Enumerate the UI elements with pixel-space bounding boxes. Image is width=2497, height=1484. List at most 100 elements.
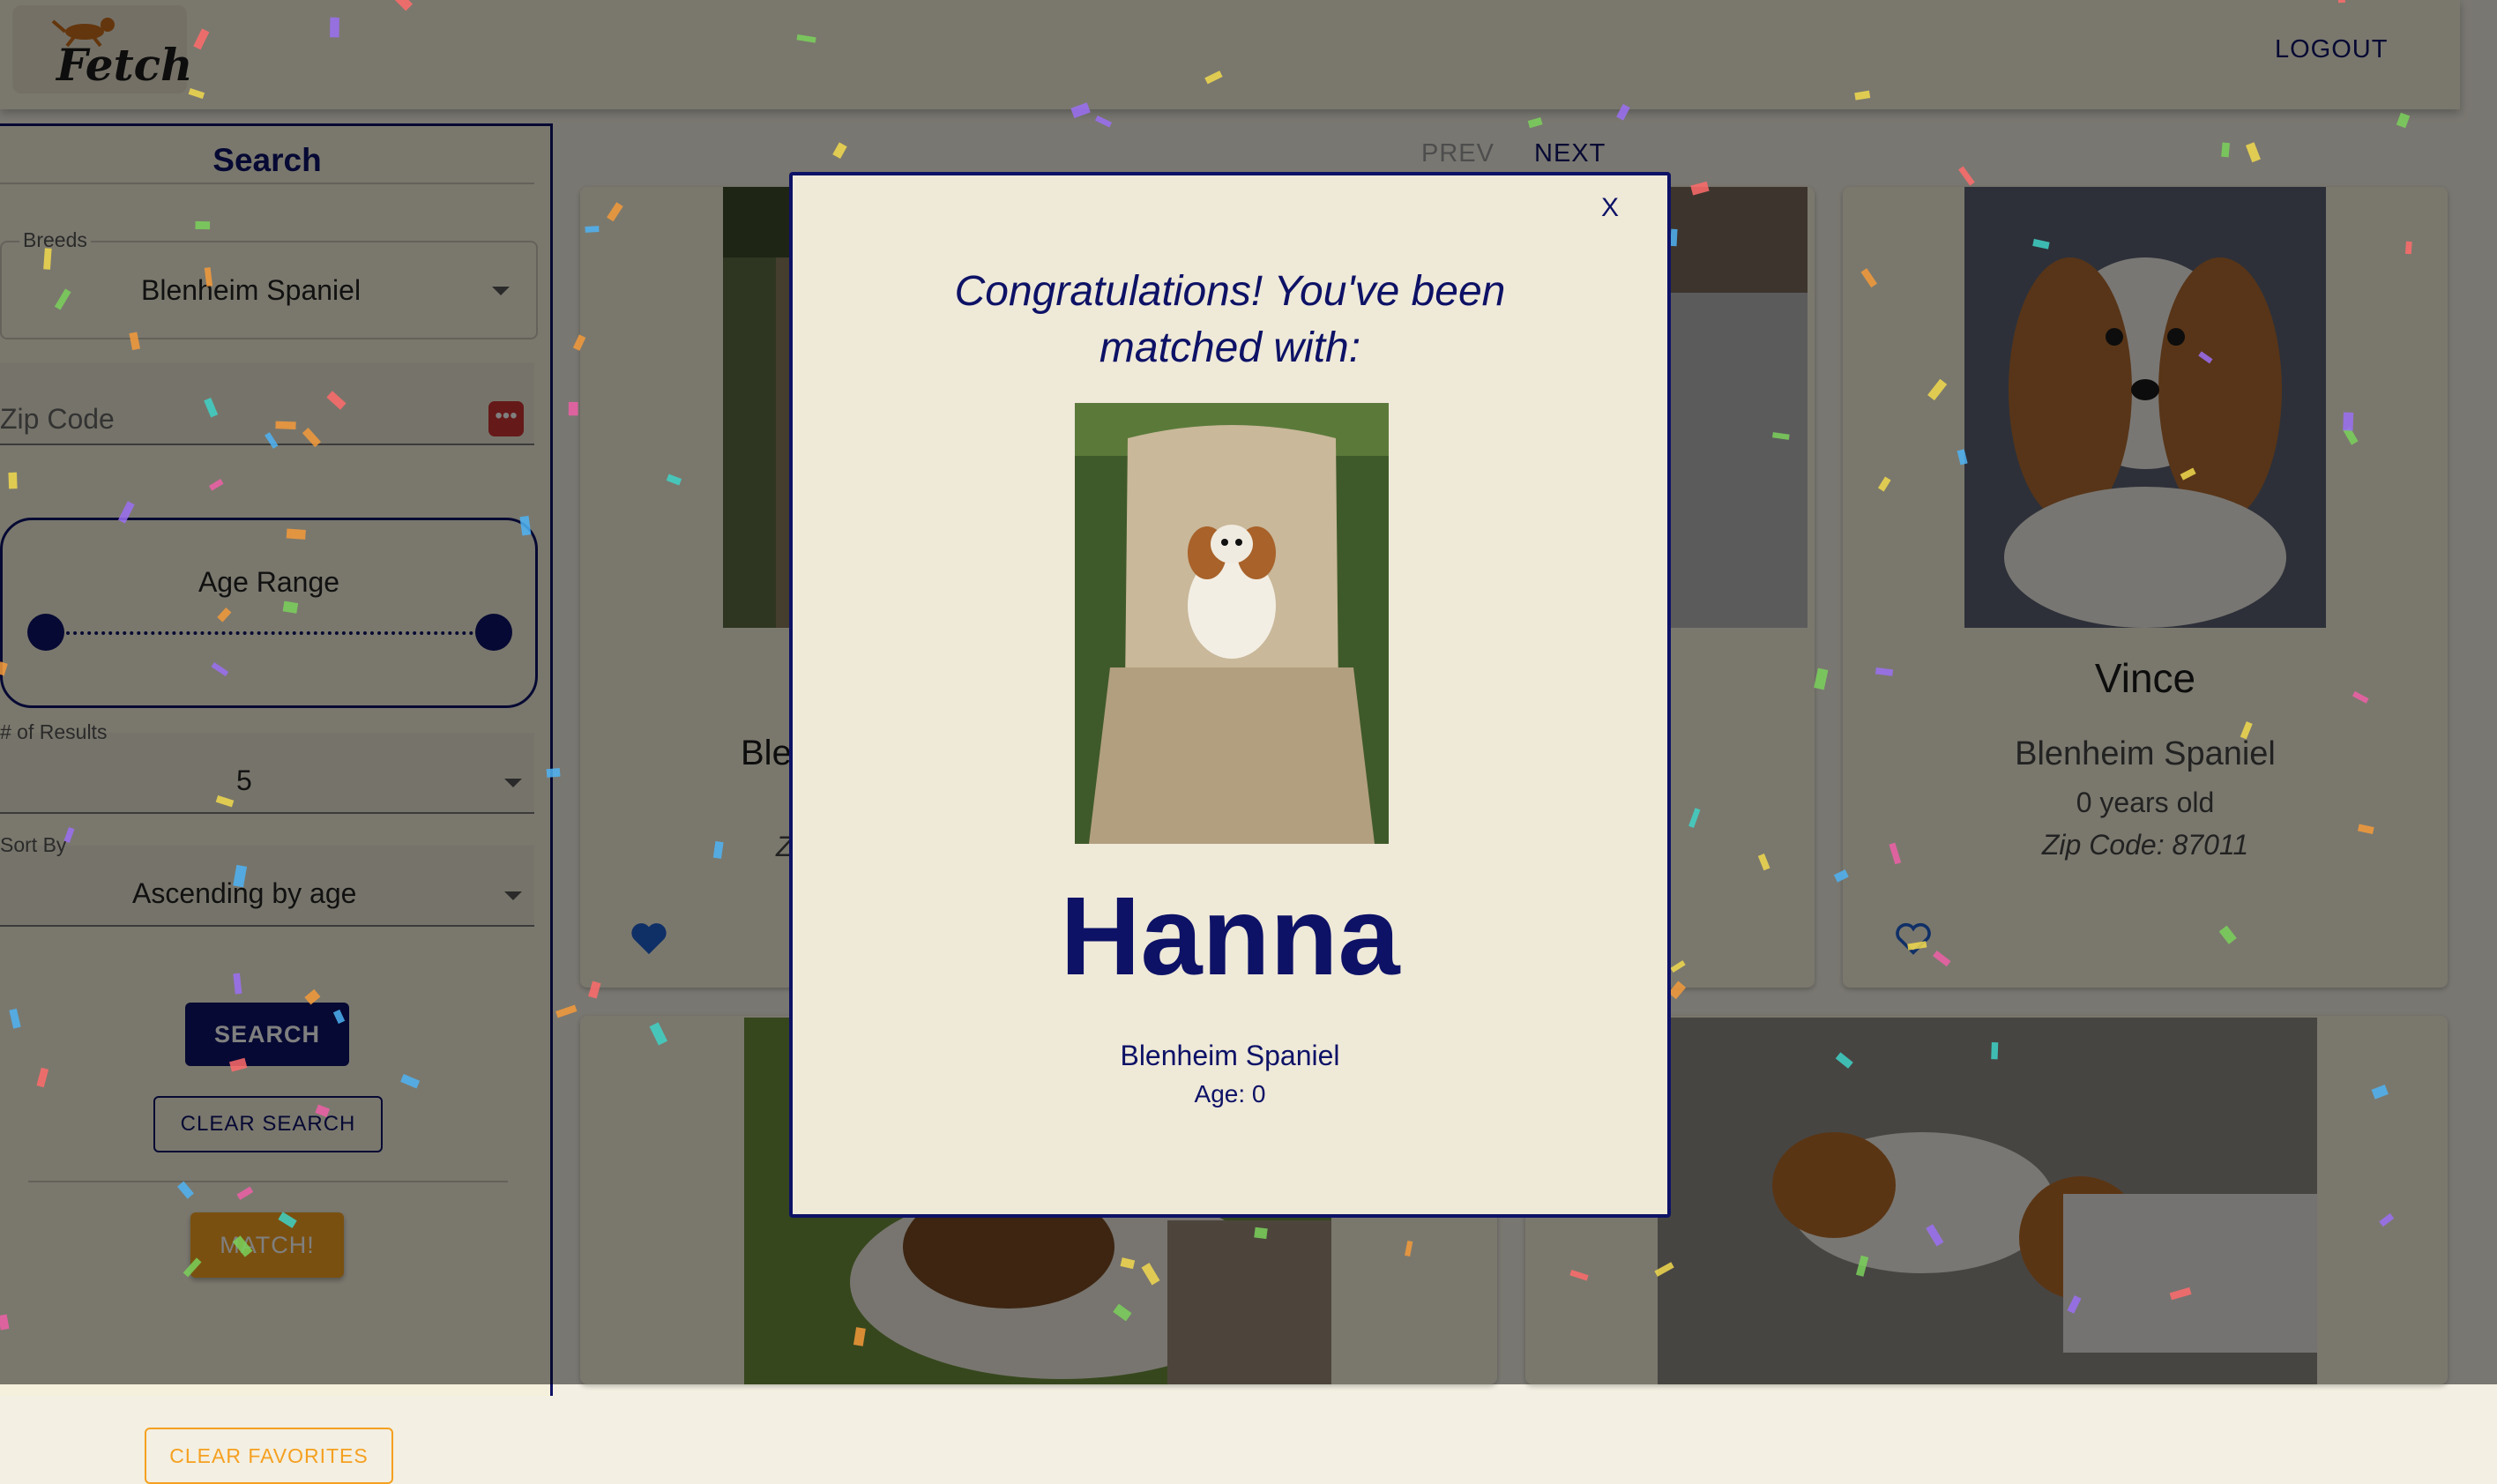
confetti-piece (208, 479, 224, 491)
confetti-piece (233, 864, 248, 888)
confetti-piece (1094, 115, 1113, 128)
confetti-piece (63, 826, 75, 843)
matched-dog-breed: Blenheim Spaniel (1120, 1040, 1340, 1071)
confetti-piece (853, 1327, 866, 1346)
confetti-piece (796, 34, 816, 43)
confetti-piece (233, 973, 242, 995)
confetti-piece (217, 607, 232, 623)
modal-title: Congratulations! You've been matched wit… (954, 268, 1506, 371)
confetti-piece (1926, 1224, 1944, 1247)
confetti-piece (1527, 116, 1543, 129)
confetti-piece (2379, 1212, 2395, 1227)
confetti-piece (1833, 869, 1849, 883)
confetti-piece (265, 432, 279, 449)
confetti-piece (2067, 1295, 2082, 1314)
confetti-piece (330, 17, 339, 38)
confetti-piece (1688, 808, 1701, 828)
confetti-piece (304, 988, 321, 1005)
confetti-piece (1616, 103, 1630, 121)
clear-favorites-button[interactable]: CLEAR FAVORITES (145, 1428, 393, 1484)
confetti-piece (236, 1186, 254, 1200)
matched-dog-photo (1075, 403, 1389, 844)
confetti-piece (666, 474, 682, 486)
confetti-piece (1927, 378, 1948, 401)
confetti-piece (2180, 467, 2196, 481)
confetti-piece (1757, 854, 1770, 871)
confetti-piece (1204, 71, 1223, 85)
close-modal-button[interactable]: X (1601, 193, 1619, 223)
confetti-piece (1668, 981, 1687, 1000)
confetti-piece (568, 401, 578, 416)
confetti-piece (232, 1235, 253, 1257)
confetti-piece (2396, 112, 2411, 129)
confetti-piece (546, 767, 561, 778)
confetti-piece (1991, 1042, 1999, 1060)
confetti-piece (183, 1257, 202, 1278)
confetti-piece (1690, 181, 1710, 196)
confetti-piece (572, 334, 586, 351)
match-modal: X Congratulations! You've been matched w… (789, 172, 1671, 1218)
confetti-piece (204, 398, 219, 418)
confetti-piece (2245, 142, 2261, 163)
confetti-piece (1835, 1052, 1853, 1069)
confetti-piece (555, 1004, 578, 1018)
confetti-piece (204, 267, 213, 287)
confetti-piece (0, 1314, 10, 1331)
confetti-piece (1070, 102, 1091, 119)
confetti-piece (1958, 166, 1975, 186)
confetti-piece (2221, 142, 2230, 158)
confetti-piece (282, 600, 299, 614)
confetti-piece (2218, 925, 2237, 944)
confetti-piece (649, 1022, 667, 1046)
confetti-piece (1860, 268, 1877, 288)
confetti-piece (278, 1212, 297, 1228)
confetti-piece (177, 1181, 194, 1199)
confetti-piece (1933, 951, 1951, 967)
confetti-piece (2404, 241, 2412, 255)
confetti-piece (1957, 449, 1968, 466)
confetti-piece (211, 661, 229, 677)
confetti-piece (1654, 1262, 1674, 1277)
confetti-piece (188, 88, 205, 100)
confetti-piece (117, 501, 135, 524)
confetti-piece (215, 794, 235, 808)
confetti-piece (36, 1067, 49, 1088)
confetti-piece (1814, 667, 1829, 690)
confetti-piece (1670, 960, 1686, 973)
confetti-piece (9, 1008, 21, 1029)
confetti-piece (1141, 1263, 1160, 1286)
confetti-piece (1875, 667, 1894, 676)
confetti-piece (400, 1074, 421, 1089)
confetti-piece (2198, 351, 2213, 364)
confetti-piece (193, 28, 210, 50)
confetti-piece (712, 840, 724, 859)
confetti-piece (1254, 1227, 1268, 1240)
confetti-piece (2337, 0, 2345, 4)
confetti-piece (1854, 90, 1871, 101)
confetti-piece (315, 1104, 331, 1117)
confetti-piece (2371, 1084, 2389, 1100)
confetti-piece (1120, 1257, 1136, 1270)
confetti-piece (195, 220, 211, 230)
confetti-piece (286, 528, 306, 540)
matched-dog-name: Hanna (1060, 874, 1400, 998)
confetti-piece (1113, 1303, 1132, 1322)
confetti-piece (2358, 824, 2374, 834)
confetti-piece (0, 661, 8, 676)
confetti-piece (1877, 476, 1891, 492)
confetti-piece (832, 142, 847, 160)
confetti-piece (1772, 432, 1790, 440)
confetti-piece (229, 1057, 248, 1072)
confetti-piece (302, 428, 321, 448)
confetti-piece (1889, 842, 1902, 865)
confetti-piece (1405, 1241, 1413, 1257)
confetti-piece (607, 202, 623, 222)
confetti-piece (54, 288, 71, 310)
confetti-piece (326, 391, 347, 410)
confetti-piece (588, 981, 601, 999)
confetti-piece (1907, 941, 1927, 951)
confetti-piece (2343, 412, 2354, 431)
confetti-piece (129, 332, 140, 351)
confetti-piece (2352, 690, 2369, 704)
confetti-piece (8, 472, 18, 489)
